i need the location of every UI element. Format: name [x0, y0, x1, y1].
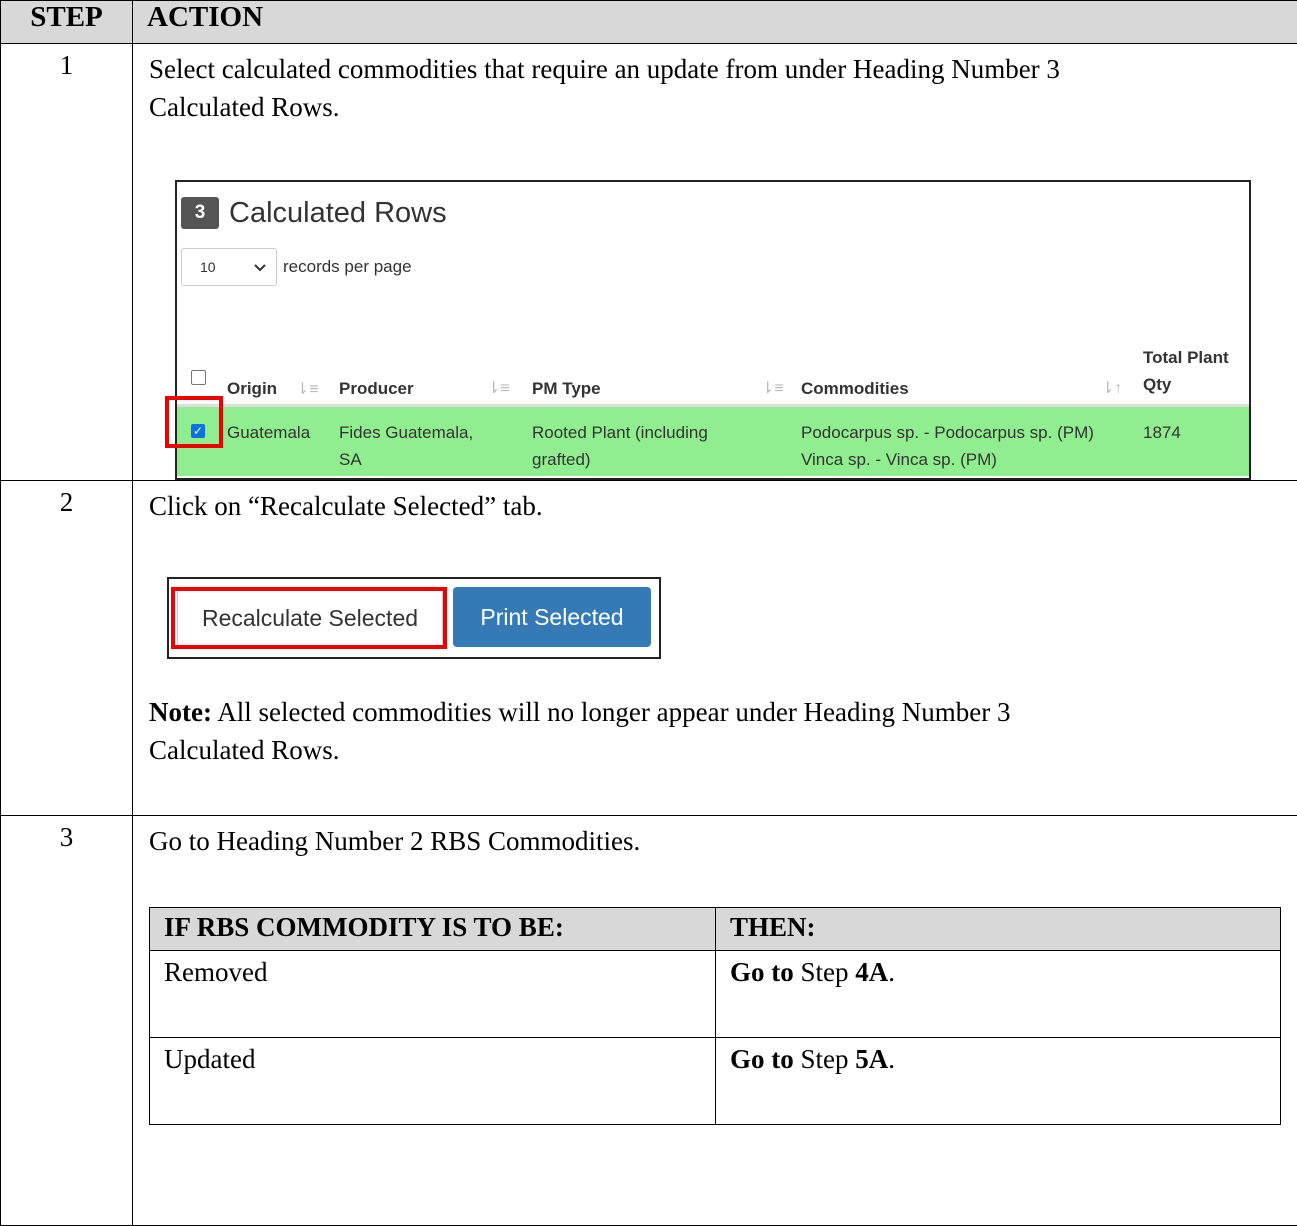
sort-icon[interactable]: ⇂≡	[761, 370, 784, 408]
records-per-page-value: 10	[200, 259, 216, 275]
note-label: Note:	[149, 697, 212, 727]
panel-heading: 3 Calculated Rows	[181, 194, 447, 232]
highlight-box	[171, 587, 447, 649]
then-cell: Go to Step 5A.	[715, 1037, 1281, 1125]
step-word: Step	[793, 1044, 856, 1074]
step-2-text: Click on “Recalculate Selected” tab.	[149, 491, 543, 521]
table-row: Removed Go to Step 4A.	[149, 950, 1281, 1038]
cell-pm-type-line-1: Rooted Plant (including	[532, 423, 708, 442]
column-total-plant-qty[interactable]: Total Plant Qty	[1143, 344, 1229, 398]
if-cell: Updated	[149, 1037, 716, 1125]
column-commodities[interactable]: Commodities	[801, 370, 909, 408]
cell-origin: Guatemala	[227, 423, 311, 442]
then-header: THEN:	[715, 907, 1281, 951]
step-row-2: 2 Click on “Recalculate Selected” tab. R…	[0, 480, 1297, 816]
procedure-table: STEP ACTION 1 Select calculated commodit…	[0, 0, 1297, 1226]
step-header: STEP	[0, 0, 133, 44]
cell-commodity-line-2: Vinca sp. - Vinca sp. (PM)	[801, 450, 997, 469]
cell-pm-type-line-2: grafted)	[532, 450, 591, 469]
step-number: 2	[0, 480, 133, 816]
table-row[interactable]: ✓ Guatemala Fides Guatemala, SA Rooted P…	[177, 407, 1249, 476]
cell-commodities: Podocarpus sp. - Podocarpus sp. (PM) Vin…	[801, 419, 1094, 473]
step-row-3: 3 Go to Heading Number 2 RBS Commodities…	[0, 815, 1297, 1226]
go-to-label: Go to	[730, 1044, 794, 1074]
note-line-2: Calculated Rows.	[149, 735, 340, 765]
note-line-1: Note: All selected commodities will no l…	[149, 693, 1285, 731]
buttons-panel: Recalculate Selected Print Selected	[167, 577, 661, 659]
cell-commodity-line-1: Podocarpus sp. - Podocarpus sp. (PM)	[801, 423, 1094, 442]
period: .	[888, 1044, 896, 1074]
heading-number-badge: 3	[181, 197, 219, 229]
go-to-label: Go to	[730, 957, 794, 987]
column-producer[interactable]: Producer	[339, 370, 414, 408]
sort-icon[interactable]: ⇂↑	[1101, 370, 1122, 408]
step-1-action: Select calculated commodities that requi…	[132, 43, 1297, 481]
cell-producer-line-2: SA	[339, 450, 362, 469]
note-text: All selected commodities will no longer …	[211, 697, 1011, 727]
column-pm-type-label: PM Type	[532, 379, 601, 398]
table-row: Updated Go to Step 5A.	[149, 1037, 1281, 1125]
records-per-page-select[interactable]: 10	[181, 248, 277, 286]
if-then-table: IF RBS COMMODITY IS TO BE: THEN: Removed…	[149, 907, 1281, 1125]
cell-total-plant-qty: 1874	[1143, 423, 1181, 442]
column-origin-label: Origin	[227, 379, 278, 398]
step-reference: 4A	[855, 957, 889, 987]
records-per-page-label: records per page	[283, 257, 412, 276]
step-reference: 5A	[855, 1044, 889, 1074]
column-pm-type[interactable]: PM Type	[532, 370, 601, 408]
records-per-page: 10 records per page	[181, 248, 412, 286]
column-commodities-label: Commodities	[801, 379, 909, 398]
step-word: Step	[793, 957, 856, 987]
step-2-action: Click on “Recalculate Selected” tab. Rec…	[132, 480, 1297, 816]
column-total-line-1: Total Plant	[1143, 348, 1229, 367]
sort-icon: ⇂≡	[295, 381, 319, 398]
period: .	[888, 957, 896, 987]
step-1-line-1: Select calculated commodities that requi…	[149, 54, 1060, 84]
if-cell: Removed	[149, 950, 716, 1038]
print-selected-button[interactable]: Print Selected	[453, 587, 651, 647]
cell-producer: Fides Guatemala, SA	[339, 419, 473, 473]
column-origin[interactable]: Origin ⇂≡	[227, 370, 319, 409]
step-1-line-2: Calculated Rows.	[149, 92, 340, 122]
cell-producer-line-1: Fides Guatemala,	[339, 423, 474, 442]
select-all-checkbox[interactable]	[191, 370, 206, 385]
step-3-text: Go to Heading Number 2 RBS Commodities.	[149, 826, 641, 856]
panel-title: Calculated Rows	[229, 197, 447, 229]
step-number: 3	[0, 815, 133, 1226]
sort-icon[interactable]: ⇂≡	[487, 370, 510, 408]
if-then-header-row: IF RBS COMMODITY IS TO BE: THEN:	[149, 907, 1281, 951]
chevron-down-icon	[254, 248, 266, 286]
step-3-action: Go to Heading Number 2 RBS Commodities. …	[132, 815, 1297, 1226]
step-number: 1	[0, 43, 133, 481]
if-header: IF RBS COMMODITY IS TO BE:	[149, 907, 716, 951]
cell-pm-type: Rooted Plant (including grafted)	[532, 419, 708, 473]
header-row: STEP ACTION	[0, 0, 1297, 44]
action-header: ACTION	[132, 0, 1297, 44]
step-row-1: 1 Select calculated commodities that req…	[0, 43, 1297, 481]
table-header-row: Origin ⇂≡ Producer ⇂≡ PM Type ⇂≡ Commodi…	[177, 344, 1249, 407]
column-total-line-2: Qty	[1143, 375, 1172, 394]
highlight-box	[165, 396, 223, 448]
then-cell: Go to Step 4A.	[715, 950, 1281, 1038]
column-producer-label: Producer	[339, 379, 414, 398]
calculated-rows-panel: 3 Calculated Rows 10 records per page Or…	[165, 180, 1251, 480]
